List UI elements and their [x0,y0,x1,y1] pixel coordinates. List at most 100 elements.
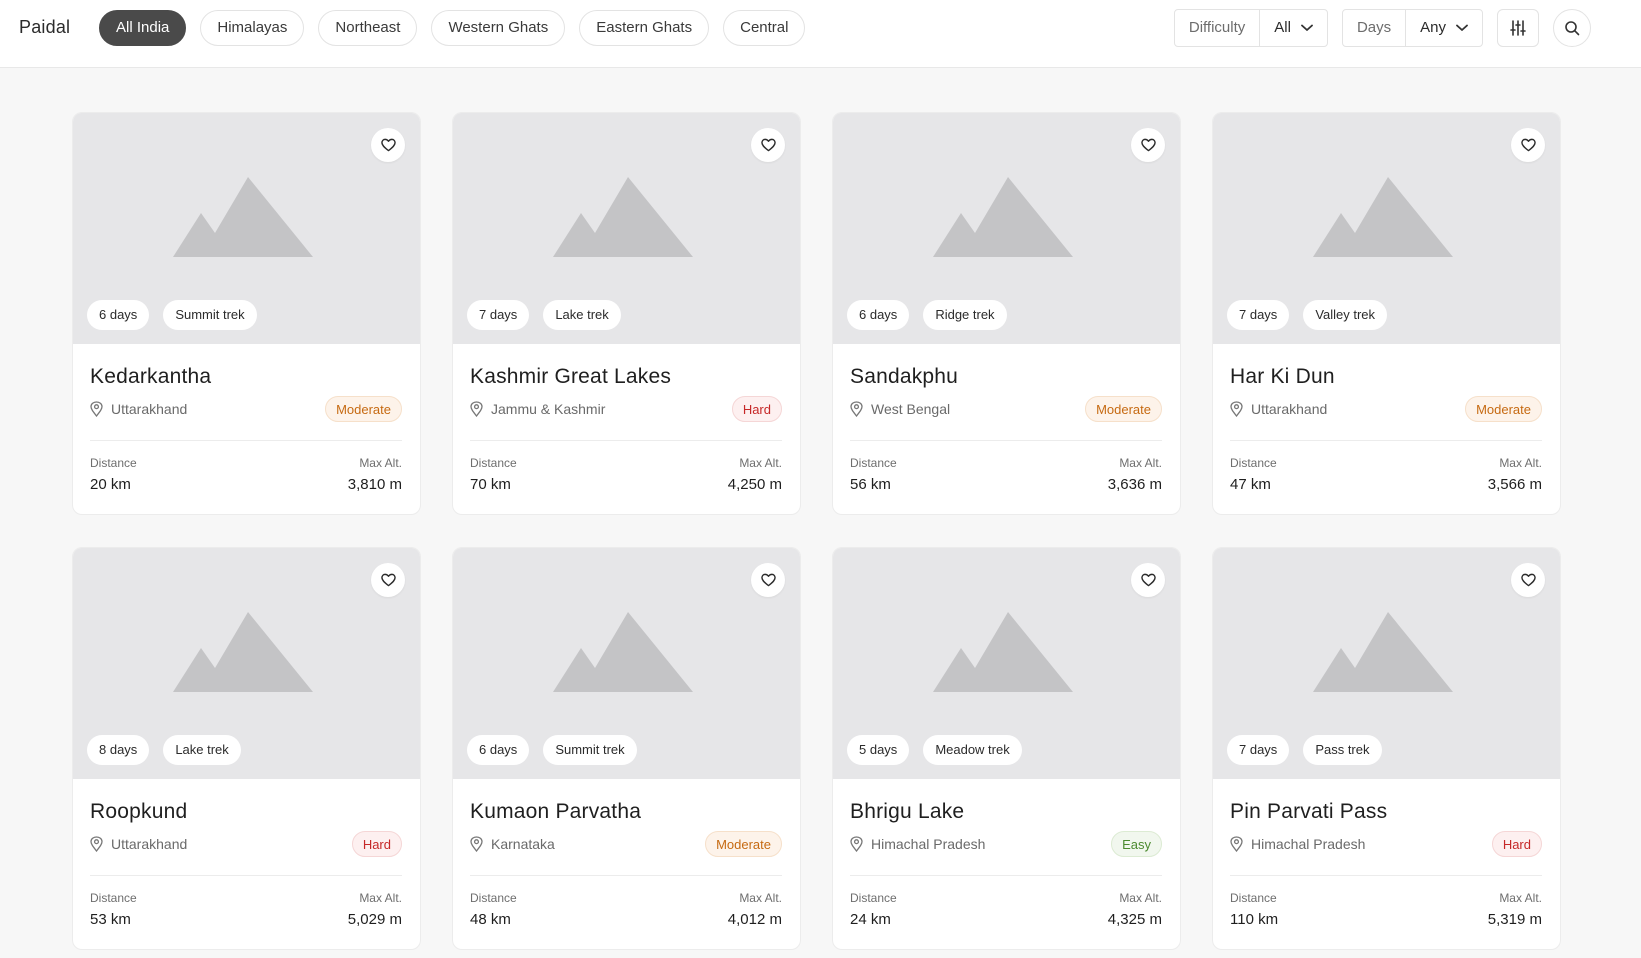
max-altitude-label: Max Alt. [1499,891,1542,905]
favorite-button[interactable] [1511,128,1545,162]
trek-location: Karnataka [470,836,555,852]
map-pin-icon [850,401,863,417]
trek-stats: Distance 20 km Max Alt. 3,810 m [90,455,402,495]
trek-tags: 6 days Summit trek [467,735,637,765]
max-altitude-stat: Max Alt. 5,319 m [1488,890,1542,930]
trek-name[interactable]: Sandakphu [850,362,1162,392]
location-row: Karnataka Moderate [470,831,782,857]
duration-tag: 6 days [87,300,150,330]
trek-type-tag: Meadow trek [923,735,1022,765]
duration-tag: 6 days [847,300,910,330]
location-text: Karnataka [491,836,555,852]
region-pill-all-india[interactable]: All India [99,10,187,46]
max-altitude-label: Max Alt. [359,456,402,470]
favorite-button[interactable] [1131,128,1165,162]
heart-icon [1520,138,1536,152]
max-altitude-stat: Max Alt. 3,636 m [1108,455,1162,495]
filter-controls: Difficulty All Days Any [1173,9,1591,47]
advanced-filters-button[interactable] [1497,9,1539,47]
trek-card-kashmir-great-lakes[interactable]: 7 days Lake trek Kashmir Great Lakes Jam… [452,112,801,515]
region-pill-eastern-ghats[interactable]: Eastern Ghats [579,10,710,46]
distance-stat: Distance 56 km [850,455,897,495]
map-pin-icon [850,836,863,852]
max-altitude-stat: Max Alt. 4,325 m [1108,890,1162,930]
divider [90,440,402,441]
heart-icon [760,138,776,152]
trek-tags: 6 days Ridge trek [847,300,1007,330]
difficulty-badge: Hard [351,831,402,857]
trek-name[interactable]: Pin Parvati Pass [1230,797,1542,827]
region-pill-northeast[interactable]: Northeast [318,10,418,46]
location-text: Jammu & Kashmir [491,401,606,417]
favorite-button[interactable] [751,563,785,597]
distance-stat: Distance 110 km [1230,890,1278,930]
mountain-icon [1313,177,1453,257]
trek-name[interactable]: Kedarkantha [90,362,402,392]
distance-value: 70 km [470,476,511,493]
trek-name[interactable]: Roopkund [90,797,402,827]
trek-card-kumaon-parvatha[interactable]: 6 days Summit trek Kumaon Parvatha Karna… [452,547,801,950]
trek-tags: 7 days Pass trek [1227,735,1382,765]
difficulty-badge: Easy [1111,831,1162,857]
map-pin-icon [470,836,483,852]
favorite-button[interactable] [371,563,405,597]
mountain-icon [933,612,1073,692]
trek-stats: Distance 53 km Max Alt. 5,029 m [90,890,402,930]
trek-name[interactable]: Kashmir Great Lakes [470,362,782,392]
trek-type-tag: Lake trek [163,735,241,765]
distance-value: 24 km [850,911,891,928]
trek-name[interactable]: Har Ki Dun [1230,362,1542,392]
distance-value: 53 km [90,911,131,928]
divider [90,875,402,876]
favorite-button[interactable] [371,128,405,162]
max-altitude-stat: Max Alt. 4,250 m [728,455,782,495]
trek-card-bhrigu-lake[interactable]: 5 days Meadow trek Bhrigu Lake Himachal … [832,547,1181,950]
search-icon [1565,21,1580,36]
trek-card-sandakphu[interactable]: 6 days Ridge trek Sandakphu West Bengal … [832,112,1181,515]
trek-name[interactable]: Kumaon Parvatha [470,797,782,827]
duration-tag: 7 days [1227,735,1290,765]
distance-label: Distance [90,891,137,905]
trek-type-tag: Lake trek [543,300,621,330]
days-dropdown[interactable]: Any [1406,10,1482,46]
region-pill-western-ghats[interactable]: Western Ghats [431,10,566,46]
favorite-button[interactable] [1131,563,1165,597]
distance-label: Distance [470,891,517,905]
region-pill-himalayas[interactable]: Himalayas [200,10,305,46]
map-pin-icon [90,836,103,852]
duration-tag: 7 days [467,300,530,330]
trek-type-tag: Ridge trek [923,300,1007,330]
trek-card-body: Sandakphu West Bengal Moderate Distance … [833,344,1180,495]
difficulty-value: All [1274,19,1291,36]
heart-icon [1140,138,1156,152]
trek-card-pin-parvati-pass[interactable]: 7 days Pass trek Pin Parvati Pass Himach… [1212,547,1561,950]
max-altitude-value: 3,566 m [1487,476,1542,493]
distance-stat: Distance 70 km [470,455,517,495]
difficulty-dropdown[interactable]: All [1260,10,1327,46]
difficulty-badge: Moderate [1085,396,1162,422]
trek-grid: 6 days Summit trek Kedarkantha Uttarakha… [72,112,1561,950]
trek-card-kedarkantha[interactable]: 6 days Summit trek Kedarkantha Uttarakha… [72,112,421,515]
trek-name[interactable]: Bhrigu Lake [850,797,1162,827]
trek-card-har-ki-dun[interactable]: 7 days Valley trek Har Ki Dun Uttarakhan… [1212,112,1561,515]
trek-tags: 5 days Meadow trek [847,735,1022,765]
mountain-icon [1313,612,1453,692]
trek-card-roopkund[interactable]: 8 days Lake trek Roopkund Uttarakhand Ha… [72,547,421,950]
max-altitude-label: Max Alt. [1119,891,1162,905]
favorite-button[interactable] [751,128,785,162]
max-altitude-label: Max Alt. [739,891,782,905]
duration-tag: 8 days [87,735,150,765]
mountain-icon [173,612,313,692]
difficulty-badge: Hard [1491,831,1542,857]
favorite-button[interactable] [1511,563,1545,597]
region-pill-central[interactable]: Central [723,10,806,46]
distance-stat: Distance 20 km [90,455,137,495]
search-button[interactable] [1553,9,1591,47]
difficulty-badge: Moderate [705,831,782,857]
brand-logo[interactable]: Paidal [19,17,70,38]
location-text: Uttarakhand [111,401,188,417]
trek-card-body: Kashmir Great Lakes Jammu & Kashmir Hard… [453,344,800,495]
trek-location: Himachal Pradesh [1230,836,1365,852]
distance-label: Distance [850,456,897,470]
trek-stats: Distance 110 km Max Alt. 5,319 m [1230,890,1542,930]
